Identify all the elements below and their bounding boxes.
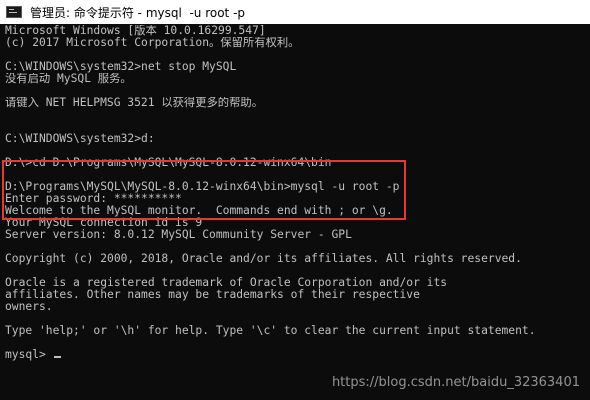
console-line: D:\Programs\MySQL\MySQL-8.0.12-winx64\bi… bbox=[5, 181, 400, 193]
console-line: Welcome to the MySQL monitor. Commands e… bbox=[5, 205, 393, 217]
console-line: (c) 2017 Microsoft Corporation。保留所有权利。 bbox=[5, 37, 300, 49]
console-line: C:\WINDOWS\system32>net stop MySQL bbox=[5, 61, 237, 73]
cmd-icon bbox=[6, 6, 22, 18]
console-output[interactable]: Microsoft Windows [版本 10.0.16299.547] (c… bbox=[5, 25, 590, 361]
console-line: affiliates. Other names may be trademark… bbox=[5, 289, 420, 301]
prompt-line[interactable]: mysql> bbox=[5, 349, 590, 361]
console-line: 请键入 NET HELPMSG 3521 以获得更多的帮助。 bbox=[5, 97, 263, 109]
console-line: Server version: 8.0.12 MySQL Community S… bbox=[5, 229, 352, 241]
console-line: 没有启动 MySQL 服务。 bbox=[5, 73, 132, 85]
watermark-text: https://blog.csdn.net/baidu_32363401 bbox=[331, 375, 580, 390]
console-line: Copyright (c) 2000, 2018, Oracle and/or … bbox=[5, 253, 522, 265]
mysql-prompt: mysql> bbox=[5, 349, 53, 361]
console-line: Type 'help;' or '\h' for help. Type '\c'… bbox=[5, 325, 536, 337]
title-bar[interactable]: 管理员: 命令提示符 - mysql -u root -p bbox=[0, 0, 590, 24]
console-line: Oracle is a registered trademark of Orac… bbox=[5, 277, 448, 289]
text-cursor bbox=[53, 356, 61, 358]
console-line: owners. bbox=[5, 301, 53, 313]
console-line: D:\>cd D:\Programs\MySQL\MySQL-8.0.12-wi… bbox=[5, 157, 332, 169]
console-line: Your MySQL connection id is 9 bbox=[5, 217, 203, 229]
command-prompt-window: 管理员: 命令提示符 - mysql -u root -p Microsoft … bbox=[0, 0, 590, 400]
console-line: Enter password: ********** bbox=[5, 193, 182, 205]
console-line: C:\WINDOWS\system32>d: bbox=[5, 133, 155, 145]
window-title: 管理员: 命令提示符 - mysql -u root -p bbox=[30, 5, 246, 20]
console-line: Microsoft Windows [版本 10.0.16299.547] bbox=[5, 25, 266, 37]
